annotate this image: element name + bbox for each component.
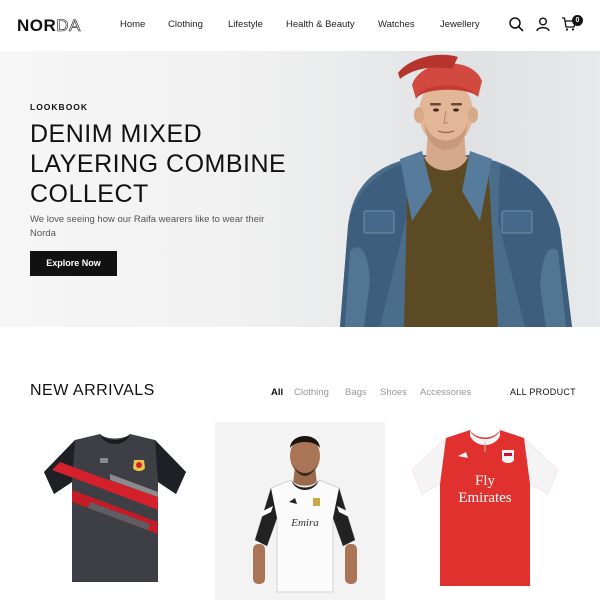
hero-model-image [340,54,572,327]
hero-title-line: DENIM MIXED [30,120,203,148]
product-card[interactable] [30,422,200,600]
nav-item-clothing[interactable]: Clothing [168,19,203,30]
all-product-link[interactable]: ALL PRODUCT [510,387,576,397]
product-shirt-text: Fly [475,473,496,489]
site-header: NORDA Home Clothing Lifestyle Health & B… [0,0,600,50]
logo-main: NOR [17,16,57,35]
nav-item-home[interactable]: Home [120,19,145,30]
nav-item-health-beauty[interactable]: Health & Beauty [286,19,355,30]
product-image-real-madrid-jersey: Emira [215,422,385,600]
explore-now-button[interactable]: Explore Now [30,251,117,276]
nav-item-watches[interactable]: Watches [378,19,415,30]
hero-title-line: COLLECT [30,180,149,208]
product-shirt-text: Emirates [458,490,511,506]
product-image-arsenal-jersey: Fly Emirates [412,430,558,586]
hero-title: DENIM MIXED LAYERING COMBINE COLLECT [30,119,330,209]
user-icon[interactable] [535,16,551,32]
product-image-man-utd-jersey [44,434,186,582]
product-card[interactable]: Emira [215,422,385,600]
nav-item-jewellery[interactable]: Jewellery [440,19,480,30]
logo[interactable]: NORDA [17,16,81,36]
hero-eyebrow: LOOKBOOK [30,102,89,112]
product-shirt-text: Emira [290,517,319,529]
filter-tab-accessories[interactable]: Accessories [420,387,471,398]
nav-item-lifestyle[interactable]: Lifestyle [228,19,263,30]
filter-tab-all[interactable]: All [271,387,283,398]
filter-tab-clothing[interactable]: Clothing [294,387,329,398]
filter-tab-shoes[interactable]: Shoes [380,387,407,398]
filter-tab-bags[interactable]: Bags [345,387,367,398]
hero-banner: LOOKBOOK DENIM MIXED LAYERING COMBINE CO… [0,51,600,327]
hero-description: We love seeing how our Raifa wearers lik… [30,214,265,239]
logo-accent: DA [56,16,81,36]
section-title-new-arrivals: NEW ARRIVALS [30,382,155,399]
search-icon[interactable] [508,16,524,32]
product-card[interactable]: Fly Emirates [400,422,570,600]
hero-title-line: LAYERING COMBINE [30,150,287,178]
cart-count-badge: 0 [572,15,583,26]
